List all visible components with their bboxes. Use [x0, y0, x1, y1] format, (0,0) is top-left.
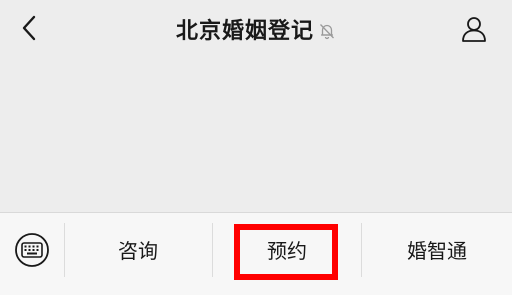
bell-off-icon: [318, 22, 336, 40]
menu-item-label: 婚智通: [407, 239, 467, 263]
header: 北京婚姻登记: [0, 0, 512, 58]
keyboard-toggle-button[interactable]: [14, 232, 50, 268]
menu-item-label: 咨询: [118, 239, 158, 263]
menu-item-marriage-smart[interactable]: 婚智通: [362, 213, 512, 286]
chat-screen: 北京婚姻登记 咨询 预约 婚智通: [0, 0, 512, 295]
profile-button[interactable]: [458, 13, 490, 45]
bottom-menu-bar: 咨询 预约 婚智通: [0, 212, 512, 295]
title-wrap: 北京婚姻登记: [0, 0, 512, 58]
person-icon: [462, 17, 486, 42]
page-title: 北京婚姻登记: [175, 19, 314, 44]
menu-item-appointment[interactable]: 预约: [213, 213, 361, 286]
menu-item-consult[interactable]: 咨询: [64, 213, 212, 286]
menu-item-label: 预约: [267, 239, 307, 263]
keyboard-icon: [15, 233, 49, 267]
chat-area: [0, 58, 512, 212]
